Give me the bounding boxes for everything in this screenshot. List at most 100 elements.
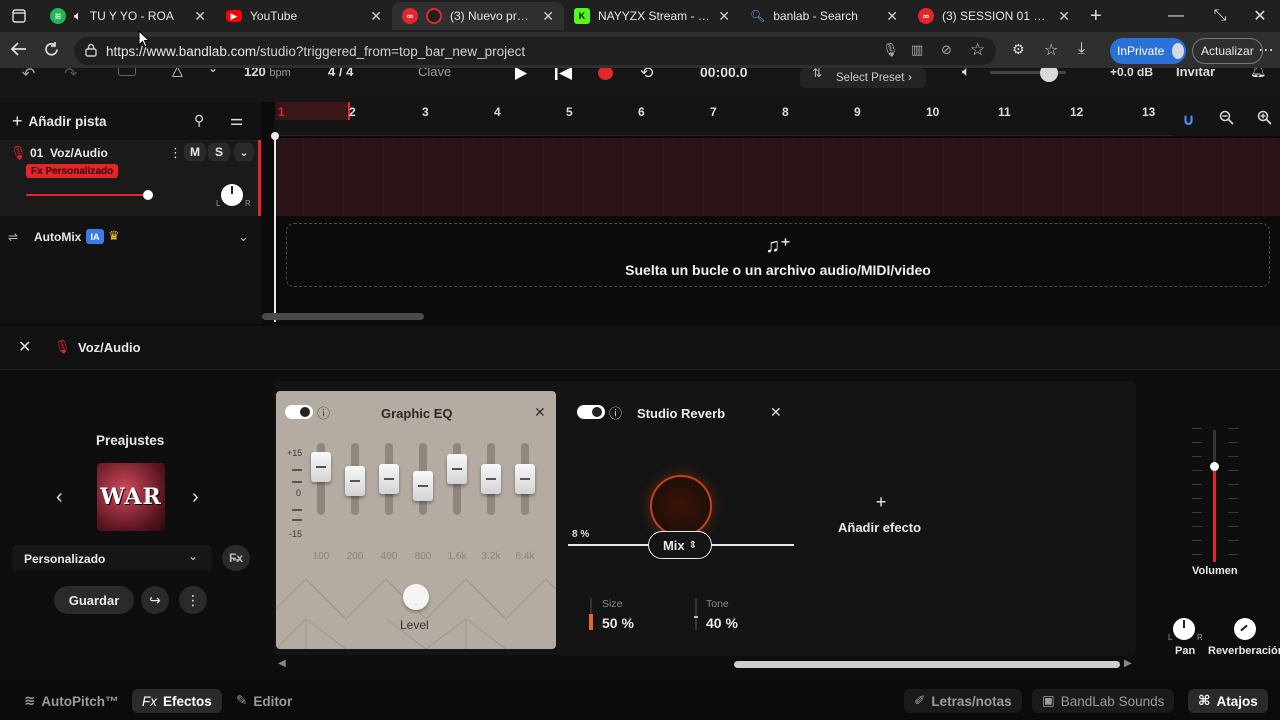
close-icon[interactable]: ✕: [542, 8, 554, 25]
track-lane-voz-audio[interactable]: [274, 138, 1280, 216]
solo-button[interactable]: S: [208, 143, 230, 161]
track-menu-icon[interactable]: ⋮: [169, 145, 182, 161]
tracking-prevention-icon[interactable]: ⊘: [941, 42, 952, 58]
new-tab-button[interactable]: +: [1090, 5, 1102, 28]
timeline-scrollbar[interactable]: [262, 313, 424, 320]
volume-fader-handle[interactable]: [1210, 462, 1219, 471]
preset-selector[interactable]: ⇅ Select Preset ›: [800, 68, 926, 88]
loop-region[interactable]: [276, 102, 350, 120]
mix-selector[interactable]: Mix ⇕: [648, 531, 712, 559]
fx-custom-badge[interactable]: Fx Personalizado: [26, 164, 119, 178]
playhead[interactable]: [274, 136, 276, 322]
close-icon[interactable]: ✕: [534, 404, 546, 421]
close-icon[interactable]: ✕: [718, 8, 730, 25]
favorite-star-icon[interactable]: ☆: [970, 40, 985, 60]
reverb-send-knob[interactable]: [1234, 618, 1256, 640]
track-volume-handle[interactable]: [143, 190, 153, 200]
tab-youtube[interactable]: ▶ YouTube ✕: [216, 2, 392, 30]
chevron-down-icon[interactable]: ⌄: [208, 68, 218, 75]
speaker-icon[interactable]: 🔈︎: [962, 68, 970, 80]
level-knob[interactable]: [403, 584, 429, 610]
track-name[interactable]: 01 Voz/Audio: [30, 146, 108, 160]
zoom-in-icon[interactable]: [1257, 110, 1272, 125]
tab-actions-icon[interactable]: [12, 9, 26, 23]
invite-button[interactable]: Invitar: [1176, 68, 1215, 79]
eq-band-fader[interactable]: [447, 454, 467, 485]
close-icon[interactable]: ✕: [886, 8, 898, 25]
key-selector[interactable]: Clave: [418, 68, 451, 79]
scrollbar-thumb[interactable]: [734, 661, 1120, 668]
effect-chain-scrollbar[interactable]: ◀ ▶: [278, 658, 1134, 671]
tempo-value[interactable]: 120 bpm: [244, 68, 291, 79]
magnet-snap-icon[interactable]: ∪: [1182, 110, 1195, 130]
tone-slider[interactable]: [695, 598, 697, 630]
fx-bypass-icon[interactable]: F̶x: [222, 545, 250, 571]
update-button[interactable]: Actualizar: [1192, 38, 1263, 64]
editor-tab[interactable]: ✎ Editor: [226, 689, 302, 713]
extensions-icon[interactable]: ⚙︎: [1012, 41, 1025, 58]
close-icon[interactable]: ✕: [770, 404, 782, 421]
tab-bandlab-session[interactable]: ∞ (3) SESSION 01 por NA ✕: [908, 2, 1080, 30]
preset-artwork[interactable]: WAR: [97, 463, 165, 531]
reverb-enable-toggle[interactable]: [577, 405, 605, 419]
undo-icon[interactable]: ↶: [22, 68, 35, 84]
info-icon[interactable]: ⓘ: [609, 403, 622, 422]
mute-button[interactable]: M: [184, 143, 206, 161]
reload-icon[interactable]: [43, 41, 60, 58]
address-bar[interactable]: https://www.bandlab.com/studio?triggered…: [74, 37, 996, 65]
tab-spotify[interactable]: ≋ 🔈︎ TU Y YO - ROA ✕: [40, 2, 216, 30]
eq-band-fader[interactable]: [481, 464, 501, 494]
chevron-right-icon[interactable]: ›: [192, 486, 199, 509]
close-icon[interactable]: ✕: [1058, 8, 1070, 25]
track-settings-icon[interactable]: ⚌: [230, 111, 243, 129]
eq-enable-toggle[interactable]: [285, 405, 313, 419]
effects-tab[interactable]: Fx Efectos: [132, 689, 222, 713]
inprivate-button[interactable]: InPrivate: [1110, 38, 1186, 64]
eq-band-fader[interactable]: [345, 466, 365, 497]
scroll-right-icon[interactable]: ▶: [1124, 658, 1132, 669]
more-icon[interactable]: ⋯: [1258, 40, 1274, 60]
master-volume-handle[interactable]: [1040, 68, 1058, 82]
back-arrow-icon[interactable]: [10, 41, 28, 57]
reading-view-icon[interactable]: ▥: [911, 42, 923, 58]
chevron-down-icon[interactable]: ⌄: [238, 229, 249, 245]
site-info-icon[interactable]: [84, 43, 98, 57]
autopitch-tab[interactable]: ≋ AutoPitch™: [14, 689, 129, 713]
tab-kick[interactable]: K NAYYZX Stream - Kick ✕: [564, 2, 740, 30]
save-project-icon[interactable]: [118, 68, 136, 76]
eq-band-fader[interactable]: [379, 464, 399, 494]
play-icon[interactable]: [514, 68, 528, 80]
add-effect-button[interactable]: Añadir efecto: [838, 520, 921, 535]
microphone-icon[interactable]: 🎙︎: [882, 42, 899, 58]
skip-back-icon[interactable]: [555, 68, 573, 80]
restore-button[interactable]: ⤡: [1198, 0, 1242, 32]
scroll-left-icon[interactable]: ◀: [278, 658, 286, 669]
info-icon[interactable]: ⓘ: [317, 403, 330, 422]
close-icon[interactable]: ✕: [194, 8, 206, 25]
metronome-icon[interactable]: △: [172, 68, 183, 79]
bandlab-sounds-button[interactable]: ▣ BandLab Sounds: [1032, 689, 1175, 713]
preset-dropdown[interactable]: Personalizado ⌄: [12, 545, 212, 571]
downloads-icon[interactable]: ⤓: [1078, 40, 1085, 58]
record-icon[interactable]: [598, 68, 613, 80]
minimize-button[interactable]: —: [1154, 0, 1198, 32]
playhead-handle[interactable]: [271, 132, 279, 140]
lyrics-button[interactable]: ✐ Letras/notas: [904, 689, 1022, 713]
track-pan-knob[interactable]: [221, 184, 243, 206]
eq-band-fader[interactable]: [515, 464, 535, 494]
time-signature[interactable]: 4 / 4: [328, 68, 353, 79]
drop-zone[interactable]: ♫⁺ Suelta un bucle o un archivo audio/MI…: [286, 223, 1270, 287]
tuner-icon[interactable]: ⚲: [194, 112, 204, 129]
close-effects-button[interactable]: ✕: [18, 337, 31, 357]
more-options-icon[interactable]: ⋮: [179, 586, 207, 614]
track-expand-chevron-icon[interactable]: ⌄: [234, 143, 254, 161]
eq-band-fader[interactable]: [311, 452, 331, 482]
loop-icon[interactable]: ⟲: [640, 68, 653, 83]
notification-bell-icon[interactable]: 🔔︎: [1250, 68, 1267, 79]
chevron-left-icon[interactable]: ‹: [56, 486, 63, 509]
save-preset-button[interactable]: Guardar: [54, 586, 134, 614]
pan-knob[interactable]: [1173, 618, 1195, 640]
shortcuts-button[interactable]: ⌘ Atajos: [1188, 689, 1268, 713]
redo-icon[interactable]: ↷: [64, 68, 77, 84]
eq-band-fader[interactable]: [413, 471, 433, 502]
